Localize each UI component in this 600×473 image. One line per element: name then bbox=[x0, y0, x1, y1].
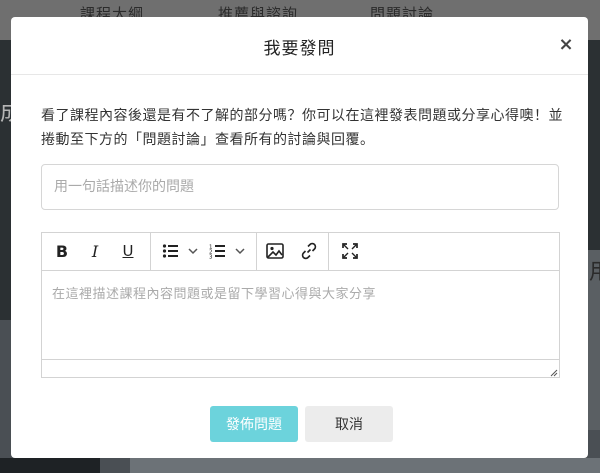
toolbar-divider bbox=[256, 233, 257, 270]
italic-icon[interactable]: I bbox=[88, 239, 102, 263]
editor-content-area[interactable]: 在這裡描述課程內容問題或是留下學習心得與大家分享 bbox=[42, 271, 559, 359]
fullscreen-icon[interactable] bbox=[342, 239, 358, 263]
svg-text:3: 3 bbox=[209, 255, 213, 260]
background-bottom-left bbox=[0, 458, 100, 473]
modal-description: 看了課程內容後還是有不了解的部分嗎？你可以在這裡發表問題或分享心得噢！並捲動至下… bbox=[41, 108, 563, 148]
resize-handle-icon[interactable] bbox=[548, 367, 558, 377]
bullet-list-icon[interactable] bbox=[162, 239, 200, 263]
numbered-list-icon[interactable]: 1 2 3 bbox=[209, 239, 247, 263]
question-title-input[interactable] bbox=[41, 164, 559, 210]
ask-question-modal: 我要發問 × 看了課程內容後還是有不了解的部分嗎？你可以在這裡發表問題或分享心得… bbox=[11, 17, 588, 458]
submit-question-button[interactable]: 發佈問題 bbox=[210, 406, 298, 442]
background-bottom-mid bbox=[130, 458, 600, 473]
rich-text-editor: B I U 1 2 3 在這裡描述課程內容問題或是留下學習心得與大家分享 bbox=[41, 232, 560, 378]
modal-header: 我要發問 × bbox=[11, 17, 588, 75]
editor-status-bar bbox=[42, 359, 559, 378]
bold-icon[interactable]: B bbox=[54, 239, 70, 263]
link-icon[interactable] bbox=[300, 239, 318, 263]
toolbar-divider bbox=[328, 233, 329, 270]
underline-icon[interactable]: U bbox=[120, 239, 136, 263]
toolbar-divider bbox=[150, 233, 151, 270]
background-right-text: 用 bbox=[589, 254, 600, 286]
close-icon[interactable]: × bbox=[556, 35, 576, 55]
image-icon[interactable] bbox=[266, 239, 284, 263]
editor-toolbar: B I U 1 2 3 bbox=[42, 233, 559, 271]
modal-title: 我要發問 bbox=[263, 39, 336, 59]
cancel-button[interactable]: 取消 bbox=[305, 406, 393, 442]
